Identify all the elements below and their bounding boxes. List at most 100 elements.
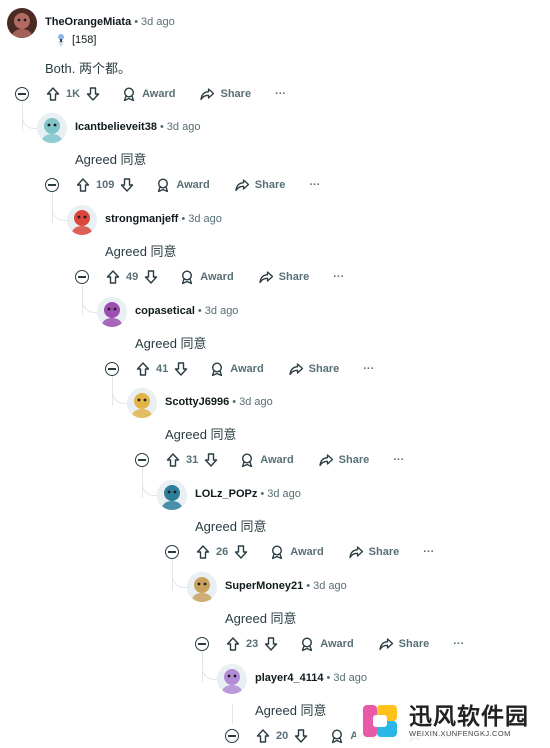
comment-author[interactable]: strongmanjeff • 3d ago [105, 213, 222, 225]
award-button[interactable]: Award [121, 86, 175, 102]
collapse-thread-button[interactable] [75, 270, 89, 284]
upvote-icon[interactable] [135, 361, 151, 377]
author-name[interactable]: Icantbelieveit38 [75, 121, 157, 133]
share-button[interactable]: Share [288, 361, 339, 377]
comment-time: • 3d ago [324, 672, 368, 684]
share-button[interactable]: Share [378, 636, 429, 652]
more-icon: ··· [363, 363, 375, 375]
downvote-icon[interactable] [203, 452, 219, 468]
vote-count: 49 [126, 271, 139, 283]
comment-author[interactable]: SuperMoney21 • 3d ago [225, 580, 347, 592]
watermark-subtitle: WEIXIN.XUNFENGKJ.COM [409, 729, 511, 738]
author-name[interactable]: player4_4114 [255, 672, 324, 684]
comment-actions: 23 Award Share ··· [225, 636, 464, 652]
downvote-icon[interactable] [263, 636, 279, 652]
author-name[interactable]: TheOrangeMiata [45, 16, 131, 28]
more-options-button[interactable]: ··· [309, 179, 320, 191]
author-name[interactable]: strongmanjeff [105, 213, 178, 225]
downvote-icon[interactable] [293, 728, 309, 744]
thread-connector [172, 556, 187, 588]
thread-connector [142, 464, 157, 496]
watermark-logo-icon [359, 699, 403, 743]
vote-count: 109 [96, 179, 115, 191]
comment-time: • 3d ago [157, 121, 201, 133]
share-button[interactable]: Share [234, 177, 285, 193]
comment-author[interactable]: ScottyJ6996 • 3d ago [165, 396, 273, 408]
separator-dot: • [134, 16, 139, 28]
more-options-button[interactable]: ··· [275, 88, 286, 100]
share-icon [378, 636, 394, 652]
downvote-icon[interactable] [85, 86, 101, 102]
avatar[interactable] [217, 664, 247, 694]
comment-body: Agreed 同意 [165, 427, 237, 442]
share-button[interactable]: Share [318, 452, 370, 468]
avatar[interactable] [67, 205, 97, 235]
comment-author[interactable]: copasetical • 3d ago [135, 305, 238, 317]
author-name[interactable]: LOLz_POPz [195, 488, 257, 500]
share-button[interactable]: Share [258, 269, 309, 285]
share-label: Share [220, 88, 252, 100]
collapse-thread-button[interactable] [225, 729, 239, 743]
upvote-icon[interactable] [75, 177, 91, 193]
collapse-thread-button[interactable] [195, 637, 209, 651]
upvote-icon[interactable] [225, 636, 241, 652]
share-button[interactable]: Share [199, 86, 251, 102]
comment-author[interactable]: TheOrangeMiata • 3d ago [45, 16, 175, 28]
timestamp: 3d ago [313, 580, 347, 592]
award-icon [329, 728, 345, 744]
vote-count: 1K [66, 88, 81, 100]
award-button[interactable]: Award [299, 636, 354, 652]
more-icon: ··· [453, 638, 465, 650]
collapse-thread-button[interactable] [105, 362, 119, 376]
user-flair: [158] [53, 32, 96, 48]
comment-author[interactable]: player4_4114 • 3d ago [255, 672, 367, 684]
author-name[interactable]: copasetical [135, 305, 195, 317]
more-options-button[interactable]: ··· [333, 271, 344, 283]
more-options-button[interactable]: ··· [363, 363, 374, 375]
avatar[interactable] [187, 572, 217, 602]
share-icon [288, 361, 304, 377]
upvote-icon[interactable] [105, 269, 121, 285]
avatar[interactable] [7, 8, 37, 38]
more-options-button[interactable]: ··· [453, 638, 464, 650]
downvote-icon[interactable] [173, 361, 189, 377]
thread-connector [112, 372, 127, 404]
author-name[interactable]: ScottyJ6996 [165, 396, 229, 408]
award-label: Award [260, 454, 294, 466]
more-options-button[interactable]: ··· [423, 546, 434, 558]
collapse-thread-button[interactable] [165, 545, 179, 559]
share-label: Share [338, 454, 370, 466]
comment-actions: 26 Award Share ··· [195, 544, 434, 560]
award-button[interactable]: Award [179, 269, 234, 285]
author-name[interactable]: SuperMoney21 [225, 580, 303, 592]
thread-connector [52, 189, 67, 221]
award-icon [209, 361, 225, 377]
downvote-icon[interactable] [143, 269, 159, 285]
upvote-icon[interactable] [195, 544, 211, 560]
avatar[interactable] [157, 480, 187, 510]
share-button[interactable]: Share [348, 544, 399, 560]
downvote-icon[interactable] [233, 544, 249, 560]
award-icon [239, 452, 255, 468]
avatar[interactable] [127, 388, 157, 418]
comment-author[interactable]: Icantbelieveit38 • 3d ago [75, 121, 200, 133]
downvote-icon[interactable] [119, 177, 135, 193]
vote-group: 31 [165, 452, 219, 468]
comment-author[interactable]: LOLz_POPz • 3d ago [195, 488, 301, 500]
collapse-thread-button[interactable] [45, 178, 59, 192]
avatar[interactable] [97, 297, 127, 327]
vote-count: 23 [246, 638, 259, 650]
thread-connector [202, 648, 217, 680]
share-icon [348, 544, 364, 560]
upvote-icon[interactable] [165, 452, 181, 468]
avatar[interactable] [37, 113, 67, 143]
more-options-button[interactable]: ··· [393, 454, 404, 466]
upvote-icon[interactable] [255, 728, 271, 744]
award-button[interactable]: Award [269, 544, 324, 560]
upvote-icon[interactable] [45, 86, 61, 102]
award-button[interactable]: Award [155, 177, 210, 193]
collapse-thread-button[interactable] [15, 87, 29, 101]
award-button[interactable]: Award [239, 452, 294, 468]
collapse-thread-button[interactable] [135, 453, 149, 467]
award-button[interactable]: Award [209, 361, 264, 377]
